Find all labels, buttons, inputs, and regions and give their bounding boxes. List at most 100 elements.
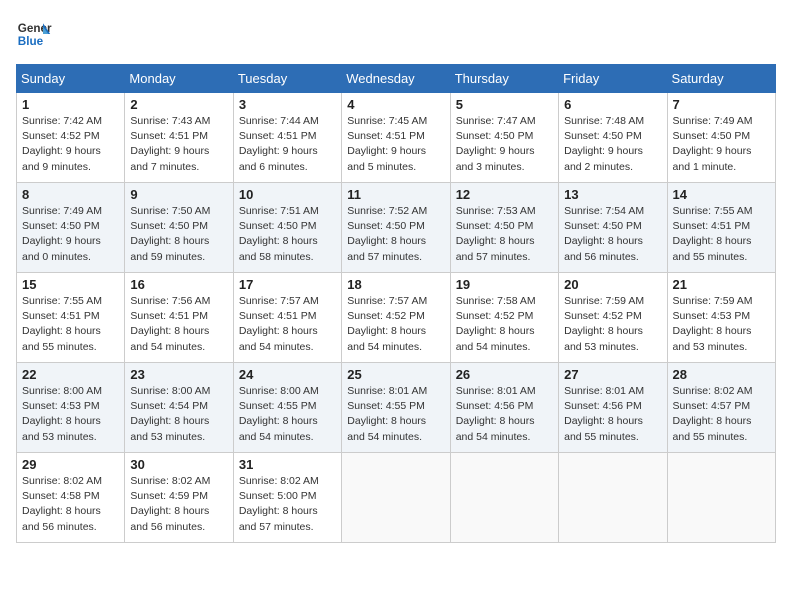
day-info: Sunrise: 7:56 AM Sunset: 4:51 PM Dayligh… — [130, 294, 227, 355]
day-info: Sunrise: 8:02 AM Sunset: 5:00 PM Dayligh… — [239, 474, 336, 535]
day-number: 1 — [22, 97, 119, 112]
day-info: Sunrise: 7:59 AM Sunset: 4:53 PM Dayligh… — [673, 294, 770, 355]
day-number: 9 — [130, 187, 227, 202]
day-info: Sunrise: 7:55 AM Sunset: 4:51 PM Dayligh… — [673, 204, 770, 265]
day-number: 4 — [347, 97, 444, 112]
day-info: Sunrise: 8:00 AM Sunset: 4:55 PM Dayligh… — [239, 384, 336, 445]
day-number: 13 — [564, 187, 661, 202]
calendar-day-cell: 9 Sunrise: 7:50 AM Sunset: 4:50 PM Daylig… — [125, 183, 233, 273]
day-number: 19 — [456, 277, 553, 292]
day-info: Sunrise: 7:43 AM Sunset: 4:51 PM Dayligh… — [130, 114, 227, 175]
day-info: Sunrise: 7:54 AM Sunset: 4:50 PM Dayligh… — [564, 204, 661, 265]
calendar-week-row: 29 Sunrise: 8:02 AM Sunset: 4:58 PM Dayli… — [17, 453, 776, 543]
calendar-day-cell: 24 Sunrise: 8:00 AM Sunset: 4:55 PM Dayli… — [233, 363, 341, 453]
logo-icon: General Blue — [16, 16, 52, 52]
calendar-day-cell: 15Sunrise: 7:55 AM Sunset: 4:51 PM Dayli… — [17, 273, 125, 363]
page-header: General Blue — [16, 16, 776, 52]
weekday-header: Saturday — [667, 65, 775, 93]
day-number: 18 — [347, 277, 444, 292]
day-info: Sunrise: 7:45 AM Sunset: 4:51 PM Dayligh… — [347, 114, 444, 175]
day-number: 3 — [239, 97, 336, 112]
empty-cell — [667, 453, 775, 543]
calendar-day-cell: 4 Sunrise: 7:45 AM Sunset: 4:51 PM Daylig… — [342, 93, 450, 183]
calendar-day-cell: 26 Sunrise: 8:01 AM Sunset: 4:56 PM Dayli… — [450, 363, 558, 453]
calendar-week-row: 15Sunrise: 7:55 AM Sunset: 4:51 PM Dayli… — [17, 273, 776, 363]
calendar-day-cell: 14 Sunrise: 7:55 AM Sunset: 4:51 PM Dayli… — [667, 183, 775, 273]
calendar-week-row: 22 Sunrise: 8:00 AM Sunset: 4:53 PM Dayli… — [17, 363, 776, 453]
empty-cell — [450, 453, 558, 543]
calendar-day-cell: 3 Sunrise: 7:44 AM Sunset: 4:51 PM Daylig… — [233, 93, 341, 183]
day-number: 17 — [239, 277, 336, 292]
day-info: Sunrise: 7:49 AM Sunset: 4:50 PM Dayligh… — [673, 114, 770, 175]
calendar-table: SundayMondayTuesdayWednesdayThursdayFrid… — [16, 64, 776, 543]
calendar-day-cell: 25 Sunrise: 8:01 AM Sunset: 4:55 PM Dayli… — [342, 363, 450, 453]
day-info: Sunrise: 8:02 AM Sunset: 4:59 PM Dayligh… — [130, 474, 227, 535]
day-number: 31 — [239, 457, 336, 472]
day-number: 6 — [564, 97, 661, 112]
day-number: 11 — [347, 187, 444, 202]
calendar-day-cell: 23 Sunrise: 8:00 AM Sunset: 4:54 PM Dayli… — [125, 363, 233, 453]
calendar-day-cell: 7 Sunrise: 7:49 AM Sunset: 4:50 PM Daylig… — [667, 93, 775, 183]
calendar-day-cell: 29 Sunrise: 8:02 AM Sunset: 4:58 PM Dayli… — [17, 453, 125, 543]
calendar-day-cell: 31 Sunrise: 8:02 AM Sunset: 5:00 PM Dayli… — [233, 453, 341, 543]
calendar-day-cell: 10 Sunrise: 7:51 AM Sunset: 4:50 PM Dayli… — [233, 183, 341, 273]
calendar-day-cell: 19Sunrise: 7:58 AM Sunset: 4:52 PM Dayli… — [450, 273, 558, 363]
day-info: Sunrise: 7:53 AM Sunset: 4:50 PM Dayligh… — [456, 204, 553, 265]
weekday-header: Monday — [125, 65, 233, 93]
day-info: Sunrise: 7:48 AM Sunset: 4:50 PM Dayligh… — [564, 114, 661, 175]
day-number: 8 — [22, 187, 119, 202]
day-info: Sunrise: 8:01 AM Sunset: 4:56 PM Dayligh… — [456, 384, 553, 445]
day-number: 29 — [22, 457, 119, 472]
day-number: 30 — [130, 457, 227, 472]
calendar-week-row: 1 Sunrise: 7:42 AM Sunset: 4:52 PM Daylig… — [17, 93, 776, 183]
day-number: 5 — [456, 97, 553, 112]
day-number: 26 — [456, 367, 553, 382]
weekday-header: Tuesday — [233, 65, 341, 93]
day-number: 7 — [673, 97, 770, 112]
calendar-day-cell: 28Sunrise: 8:02 AM Sunset: 4:57 PM Dayli… — [667, 363, 775, 453]
calendar-day-cell: 6 Sunrise: 7:48 AM Sunset: 4:50 PM Daylig… — [559, 93, 667, 183]
day-info: Sunrise: 7:55 AM Sunset: 4:51 PM Dayligh… — [22, 294, 119, 355]
empty-cell — [559, 453, 667, 543]
weekday-header: Wednesday — [342, 65, 450, 93]
day-number: 16 — [130, 277, 227, 292]
day-info: Sunrise: 8:01 AM Sunset: 4:55 PM Dayligh… — [347, 384, 444, 445]
calendar-day-cell: 16 Sunrise: 7:56 AM Sunset: 4:51 PM Dayli… — [125, 273, 233, 363]
day-info: Sunrise: 8:02 AM Sunset: 4:58 PM Dayligh… — [22, 474, 119, 535]
calendar-day-cell: 12Sunrise: 7:53 AM Sunset: 4:50 PM Dayli… — [450, 183, 558, 273]
svg-text:Blue: Blue — [18, 35, 44, 48]
day-info: Sunrise: 7:50 AM Sunset: 4:50 PM Dayligh… — [130, 204, 227, 265]
day-info: Sunrise: 8:00 AM Sunset: 4:53 PM Dayligh… — [22, 384, 119, 445]
calendar-day-cell: 8 Sunrise: 7:49 AM Sunset: 4:50 PM Daylig… — [17, 183, 125, 273]
day-info: Sunrise: 7:59 AM Sunset: 4:52 PM Dayligh… — [564, 294, 661, 355]
day-info: Sunrise: 7:57 AM Sunset: 4:51 PM Dayligh… — [239, 294, 336, 355]
calendar-day-cell: 18Sunrise: 7:57 AM Sunset: 4:52 PM Dayli… — [342, 273, 450, 363]
weekday-header: Thursday — [450, 65, 558, 93]
day-number: 23 — [130, 367, 227, 382]
day-number: 14 — [673, 187, 770, 202]
calendar-day-cell: 5Sunrise: 7:47 AM Sunset: 4:50 PM Daylig… — [450, 93, 558, 183]
calendar-day-cell: 1 Sunrise: 7:42 AM Sunset: 4:52 PM Daylig… — [17, 93, 125, 183]
day-number: 28 — [673, 367, 770, 382]
calendar-day-cell: 21 Sunrise: 7:59 AM Sunset: 4:53 PM Dayli… — [667, 273, 775, 363]
logo: General Blue — [16, 16, 52, 52]
calendar-day-cell: 13 Sunrise: 7:54 AM Sunset: 4:50 PM Dayli… — [559, 183, 667, 273]
day-info: Sunrise: 8:01 AM Sunset: 4:56 PM Dayligh… — [564, 384, 661, 445]
day-number: 24 — [239, 367, 336, 382]
day-number: 21 — [673, 277, 770, 292]
day-info: Sunrise: 7:49 AM Sunset: 4:50 PM Dayligh… — [22, 204, 119, 265]
day-number: 2 — [130, 97, 227, 112]
calendar-day-cell: 2 Sunrise: 7:43 AM Sunset: 4:51 PM Daylig… — [125, 93, 233, 183]
day-number: 22 — [22, 367, 119, 382]
day-number: 10 — [239, 187, 336, 202]
day-number: 20 — [564, 277, 661, 292]
day-number: 25 — [347, 367, 444, 382]
weekday-header: Sunday — [17, 65, 125, 93]
calendar-day-cell: 22 Sunrise: 8:00 AM Sunset: 4:53 PM Dayli… — [17, 363, 125, 453]
calendar-day-cell: 11Sunrise: 7:52 AM Sunset: 4:50 PM Dayli… — [342, 183, 450, 273]
day-info: Sunrise: 8:00 AM Sunset: 4:54 PM Dayligh… — [130, 384, 227, 445]
day-info: Sunrise: 7:42 AM Sunset: 4:52 PM Dayligh… — [22, 114, 119, 175]
day-info: Sunrise: 7:51 AM Sunset: 4:50 PM Dayligh… — [239, 204, 336, 265]
day-info: Sunrise: 7:44 AM Sunset: 4:51 PM Dayligh… — [239, 114, 336, 175]
weekday-header: Friday — [559, 65, 667, 93]
